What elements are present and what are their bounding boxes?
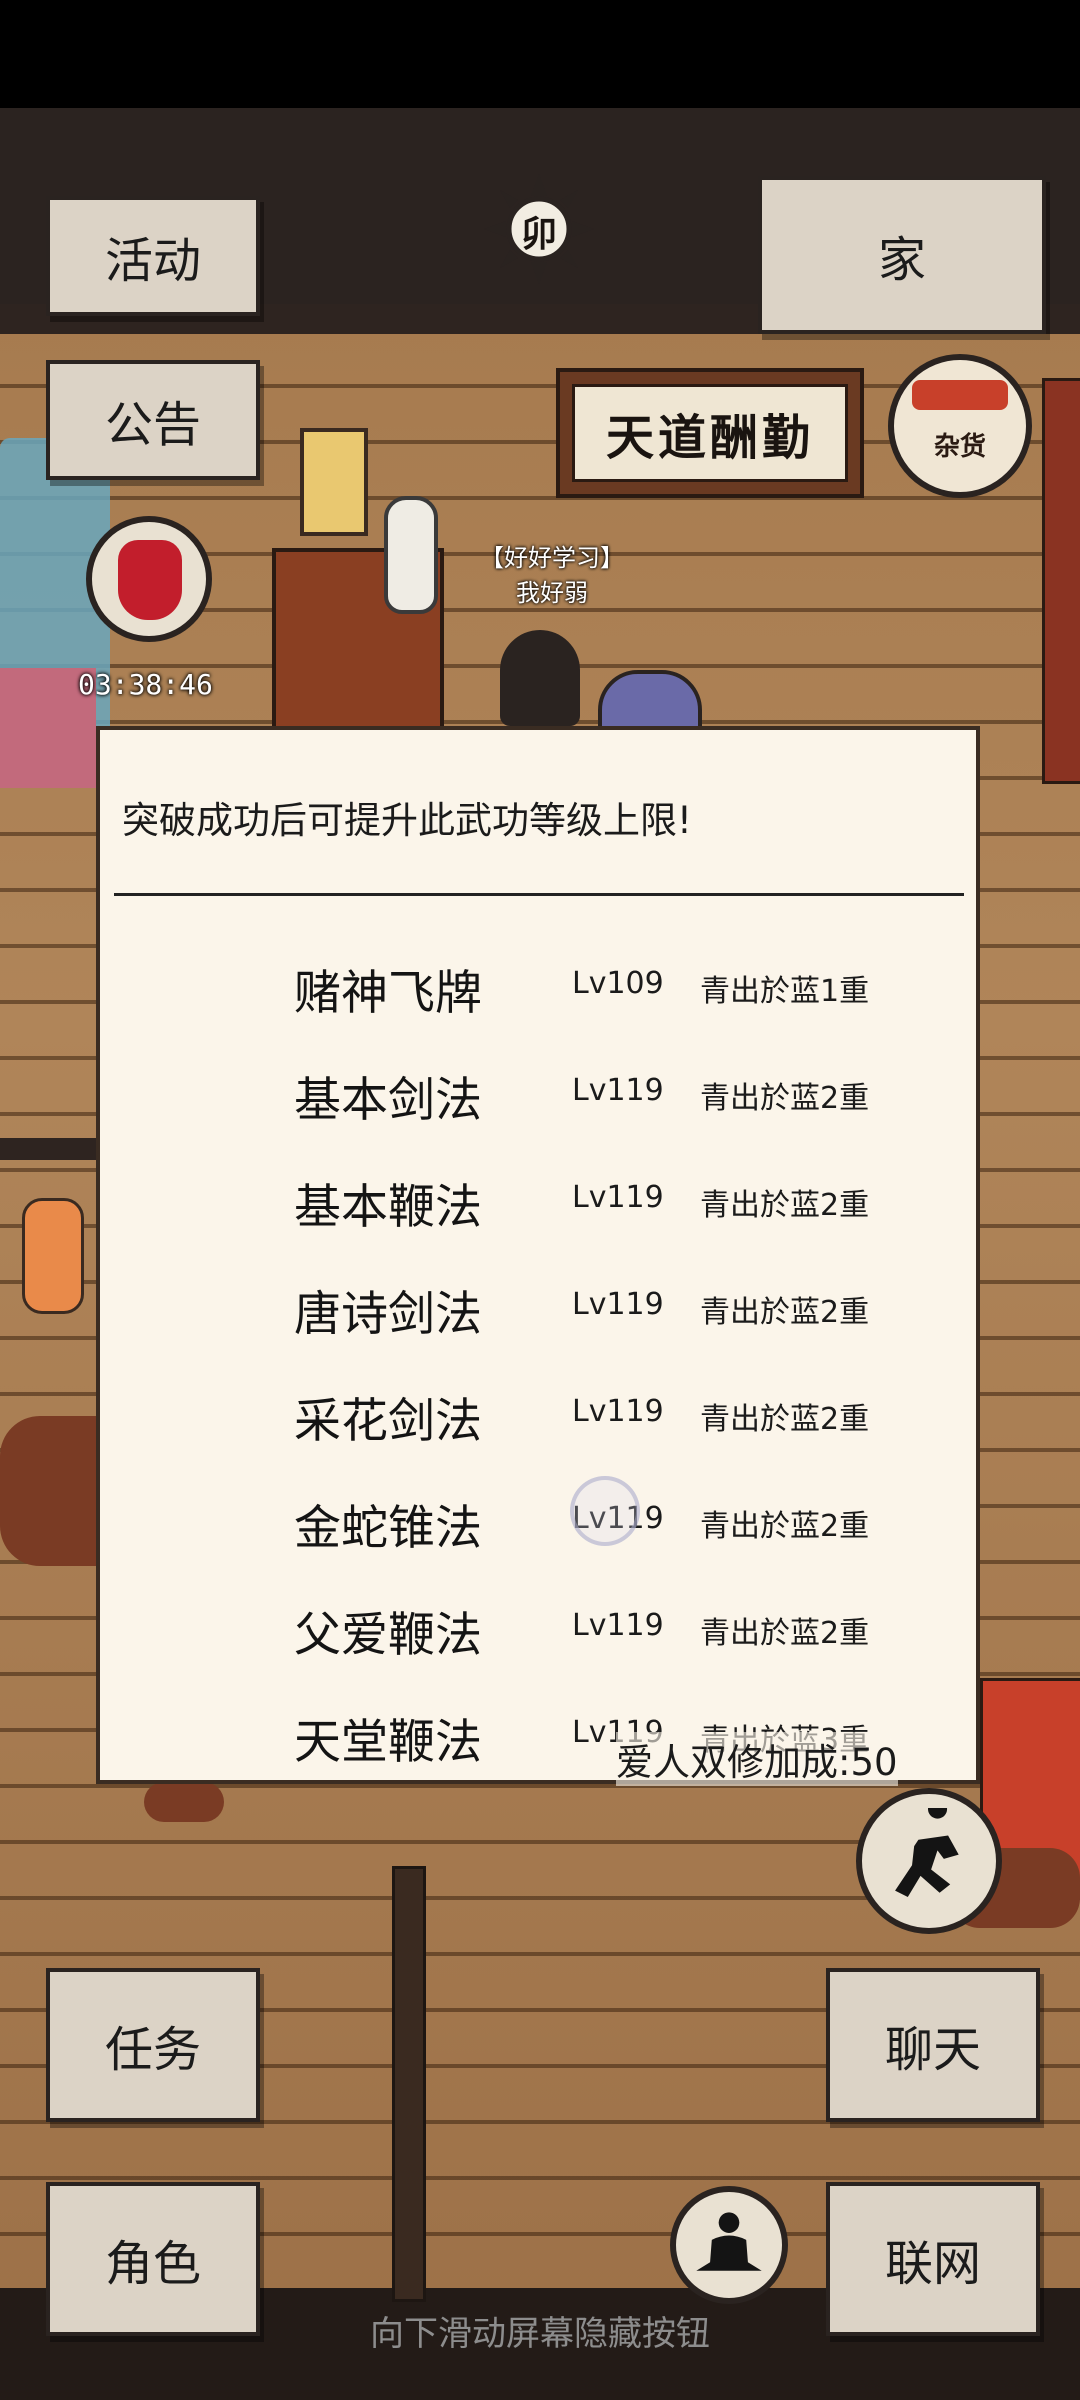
skill-name: 采花剑法 — [294, 1394, 482, 1449]
couple-bonus-text: 爱人双修加成:50 — [616, 1732, 898, 1786]
side-shelf — [1042, 378, 1080, 784]
skill-row[interactable]: 父爱鞭法 Lv119 青出於蓝2重 — [100, 1578, 976, 1685]
sun-badge-label: 卯 — [520, 213, 557, 255]
skill-name: 基本剑法 — [294, 1073, 482, 1128]
shop-label: 杂货 — [933, 432, 986, 462]
vase — [384, 496, 438, 614]
home-button-label: 家 — [877, 232, 926, 288]
meditation-icon[interactable] — [670, 2186, 788, 2304]
network-button-label: 联网 — [884, 2236, 981, 2292]
skill-rank: 青出於蓝2重 — [700, 1188, 870, 1223]
player-nameplate: 【好好学习】 我好弱 — [452, 538, 652, 608]
mid-beam — [0, 1138, 96, 1160]
skill-row[interactable]: 赌神飞牌 Lv109 青出於蓝1重 — [100, 936, 976, 1043]
stool — [144, 1782, 224, 1822]
shop-icon[interactable]: 杂货 — [888, 354, 1032, 498]
skill-row[interactable]: 唐诗剑法 Lv119 青出於蓝2重 — [100, 1257, 976, 1364]
lantern — [22, 1198, 84, 1314]
pouch-shape — [118, 540, 182, 620]
skill-rank: 青出於蓝1重 — [700, 974, 870, 1009]
quest-button-label: 任务 — [104, 2022, 201, 2078]
lamp — [300, 428, 368, 536]
notice-button-label: 公告 — [104, 397, 201, 453]
dialog-divider — [114, 893, 964, 896]
skill-name: 唐诗剑法 — [294, 1287, 482, 1342]
dialog-title: 突破成功后可提升此武功等级上限! — [122, 799, 692, 842]
meditation-figure — [696, 2212, 762, 2271]
skill-level: Lv119 — [572, 1394, 664, 1429]
runner-figure — [895, 1808, 959, 1898]
character-button-label: 角色 — [104, 2236, 201, 2292]
chat-button-label: 聊天 — [884, 2022, 981, 2078]
quest-button[interactable]: 任务 — [46, 1968, 260, 2122]
tea-table — [0, 1416, 96, 1566]
skill-level: Lv119 — [572, 1287, 664, 1322]
chat-button[interactable]: 聊天 — [826, 1968, 1040, 2122]
pet-character[interactable] — [598, 670, 702, 734]
skill-rank: 青出於蓝2重 — [700, 1509, 870, 1544]
skill-name: 赌神飞牌 — [294, 966, 482, 1021]
skill-row[interactable]: 基本鞭法 Lv119 青出於蓝2重 — [100, 1150, 976, 1257]
skill-level: Lv119 — [572, 1073, 664, 1108]
shop-roof — [912, 380, 1008, 410]
player-name: 我好弱 — [516, 579, 588, 607]
skill-row[interactable]: 金蛇锥法 Lv119 青出於蓝2重 — [100, 1471, 976, 1578]
activity-button-label: 活动 — [104, 233, 201, 289]
home-button[interactable]: 家 — [758, 176, 1046, 334]
signboard-text: 天道酬勤 — [572, 384, 848, 482]
event-timer: 03:38:46 — [78, 668, 213, 701]
skill-rank: 青出於蓝2重 — [700, 1081, 870, 1116]
skill-breakthrough-dialog: 突破成功后可提升此武功等级上限! 赌神飞牌 Lv109 青出於蓝1重 基本剑法 … — [96, 726, 980, 1784]
skill-rank: 青出於蓝2重 — [700, 1402, 870, 1437]
skill-row[interactable]: 采花剑法 Lv119 青出於蓝2重 — [100, 1364, 976, 1471]
wooden-pole — [392, 1866, 426, 2302]
signboard: 天道酬勤 — [556, 368, 864, 498]
skill-name: 父爱鞭法 — [294, 1608, 482, 1663]
notice-button[interactable]: 公告 — [46, 360, 260, 480]
player-guild: 【好好学习】 — [480, 544, 624, 572]
skill-level: Lv109 — [572, 966, 664, 1001]
skill-name: 基本鞭法 — [294, 1180, 482, 1235]
hide-buttons-hint: 向下滑动屏幕隐藏按钮 — [370, 2314, 710, 2354]
skill-level: Lv119 — [572, 1180, 664, 1215]
skill-name: 金蛇锥法 — [294, 1501, 482, 1556]
player-character[interactable] — [500, 630, 580, 726]
red-pouch-icon[interactable] — [86, 516, 212, 642]
skill-rank: 青出於蓝2重 — [700, 1295, 870, 1330]
run-icon[interactable] — [856, 1788, 1002, 1934]
skill-rank: 青出於蓝2重 — [700, 1616, 870, 1651]
skill-level: Lv119 — [572, 1608, 664, 1643]
skill-row[interactable]: 基本剑法 Lv119 青出於蓝2重 — [100, 1043, 976, 1150]
activity-button[interactable]: 活动 — [46, 196, 260, 316]
skill-name: 天堂鞭法 — [294, 1715, 482, 1770]
touch-indicator — [570, 1476, 640, 1546]
